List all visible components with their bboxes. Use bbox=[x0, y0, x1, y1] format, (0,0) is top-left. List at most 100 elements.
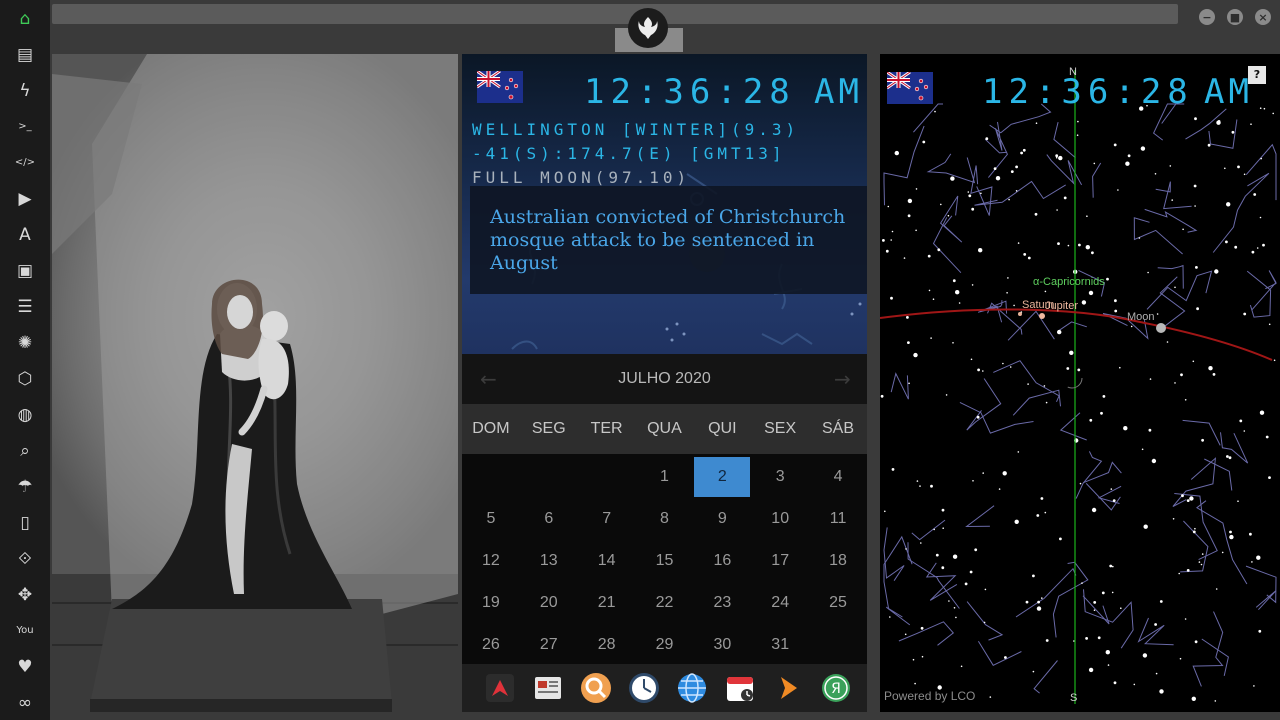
calendar-day[interactable]: 24 bbox=[752, 583, 808, 623]
star bbox=[947, 214, 950, 217]
star bbox=[1081, 582, 1083, 584]
browser-globe-icon[interactable] bbox=[676, 672, 708, 704]
calendar-day[interactable]: 21 bbox=[579, 583, 635, 623]
calendar-day[interactable]: 16 bbox=[694, 541, 750, 581]
star-map[interactable] bbox=[880, 54, 1280, 712]
calendar-day[interactable]: 6 bbox=[521, 499, 577, 539]
yandex-icon[interactable]: Я bbox=[820, 672, 852, 704]
sky-map-panel[interactable]: N 12:36:28 AM ? α-Capricornids Saturn Ju… bbox=[880, 54, 1280, 712]
address-bar[interactable] bbox=[52, 4, 1178, 24]
jupiter-label[interactable]: Jupiter bbox=[1045, 300, 1078, 312]
calendar-day[interactable]: 15 bbox=[637, 541, 693, 581]
globe-icon[interactable]: ◍ bbox=[13, 403, 37, 427]
jupiter-marker[interactable] bbox=[1039, 313, 1045, 319]
star bbox=[1194, 527, 1196, 530]
star bbox=[960, 665, 963, 668]
calendar-app-icon[interactable] bbox=[724, 672, 756, 704]
search-icon[interactable]: ⌕ bbox=[13, 439, 37, 463]
calendar-day[interactable]: 19 bbox=[463, 583, 519, 623]
constellation-line bbox=[1146, 270, 1213, 310]
youtube-icon[interactable]: You bbox=[13, 619, 37, 643]
star bbox=[1212, 373, 1216, 376]
clock-app-icon[interactable] bbox=[628, 672, 660, 704]
code-icon[interactable]: </> bbox=[13, 151, 37, 175]
star bbox=[978, 248, 983, 253]
calendar-day[interactable]: 26 bbox=[463, 625, 519, 665]
contacts-icon[interactable]: ▯ bbox=[13, 511, 37, 535]
moon-marker[interactable] bbox=[1156, 323, 1166, 333]
moon-label[interactable]: Moon bbox=[1127, 311, 1155, 323]
calendar-day[interactable]: 12 bbox=[463, 541, 519, 581]
calendar-day[interactable]: 11 bbox=[810, 499, 866, 539]
news-icon[interactable]: ☰ bbox=[13, 295, 37, 319]
calendar-day[interactable]: 1 bbox=[637, 457, 693, 497]
star bbox=[1086, 215, 1088, 217]
maximize-button[interactable]: ■ bbox=[1227, 9, 1243, 25]
minimize-button[interactable]: − bbox=[1199, 9, 1215, 25]
calendar-day[interactable]: 9 bbox=[694, 499, 750, 539]
calendar-day[interactable]: 18 bbox=[810, 541, 866, 581]
close-button[interactable]: × bbox=[1255, 9, 1271, 25]
news-headline[interactable]: Australian convicted of Christchurch mos… bbox=[490, 206, 850, 275]
translate-icon[interactable]: A bbox=[13, 223, 37, 247]
rebel-alliance-logo[interactable] bbox=[628, 8, 668, 48]
calendar-day[interactable]: 5 bbox=[463, 499, 519, 539]
star bbox=[1237, 500, 1239, 503]
calendar-day[interactable]: 14 bbox=[579, 541, 635, 581]
ecliptic-line bbox=[880, 308, 1273, 361]
calendar-day[interactable]: 20 bbox=[521, 583, 577, 623]
saturn-marker[interactable] bbox=[1018, 312, 1022, 316]
calendar-day[interactable]: 25 bbox=[810, 583, 866, 623]
calendar-day[interactable]: 31 bbox=[752, 625, 808, 665]
infinity-icon[interactable]: ∞ bbox=[13, 691, 37, 715]
terminal-icon[interactable]: >_ bbox=[13, 115, 37, 139]
expand-icon[interactable]: ✥ bbox=[13, 583, 37, 607]
news-reader-icon[interactable] bbox=[532, 672, 564, 704]
news-ticker[interactable]: Australian convicted of Christchurch mos… bbox=[470, 186, 867, 294]
home-icon[interactable]: ⌂ bbox=[13, 7, 37, 31]
play-icon[interactable]: ▶ bbox=[13, 187, 37, 211]
calendar-day[interactable]: 29 bbox=[637, 625, 693, 665]
star bbox=[894, 150, 899, 156]
star bbox=[1250, 123, 1252, 125]
calendar-day[interactable]: 4 bbox=[810, 457, 866, 497]
calendar-day[interactable]: 8 bbox=[637, 499, 693, 539]
star bbox=[914, 682, 916, 685]
search-app-icon[interactable] bbox=[580, 672, 612, 704]
app-launcher-icon[interactable] bbox=[484, 672, 516, 704]
umbrella-icon[interactable]: ☂ bbox=[13, 475, 37, 499]
calendar-day[interactable]: 7 bbox=[579, 499, 635, 539]
lightning-icon[interactable]: ϟ bbox=[13, 79, 37, 103]
calendar-day[interactable]: 17 bbox=[752, 541, 808, 581]
document-icon[interactable]: ▤ bbox=[13, 43, 37, 67]
calendar-day[interactable]: 30 bbox=[694, 625, 750, 665]
link-icon[interactable]: ⟐ bbox=[13, 547, 37, 571]
star bbox=[1076, 134, 1079, 136]
star bbox=[1032, 670, 1035, 673]
calendar-day[interactable]: 27 bbox=[521, 625, 577, 665]
star bbox=[1044, 290, 1047, 293]
meteor-shower-label[interactable]: α-Capricornids bbox=[1033, 276, 1105, 288]
heart-icon[interactable]: ♥ bbox=[13, 655, 37, 679]
star bbox=[1181, 494, 1184, 498]
help-button[interactable]: ? bbox=[1248, 66, 1266, 84]
image-icon[interactable]: ▣ bbox=[13, 259, 37, 283]
star bbox=[1057, 329, 1062, 335]
calendar-day-today[interactable]: 2 bbox=[694, 457, 751, 497]
star bbox=[1243, 430, 1246, 432]
constellation-line bbox=[974, 180, 1066, 206]
star bbox=[1260, 157, 1262, 160]
calendar-day[interactable]: 13 bbox=[521, 541, 577, 581]
calendar-grid: 1 2 3 4 5 6 7 8 9 10 11 12 13 14 15 16 17 18 19 20 21 22 23 24 2… bbox=[462, 454, 867, 664]
next-arrow-icon[interactable] bbox=[772, 672, 804, 704]
calendar-day[interactable]: 23 bbox=[694, 583, 750, 623]
rebel-icon[interactable]: ✺ bbox=[13, 331, 37, 355]
star bbox=[908, 382, 910, 385]
calendar-day[interactable]: 3 bbox=[752, 457, 808, 497]
calendar-day[interactable]: 10 bbox=[752, 499, 808, 539]
calendar-day[interactable]: 22 bbox=[637, 583, 693, 623]
calendar-day[interactable]: 28 bbox=[579, 625, 635, 665]
star bbox=[1125, 161, 1130, 166]
network-icon[interactable]: ⬡ bbox=[13, 367, 37, 391]
calendar-next-button[interactable]: → bbox=[834, 367, 851, 391]
